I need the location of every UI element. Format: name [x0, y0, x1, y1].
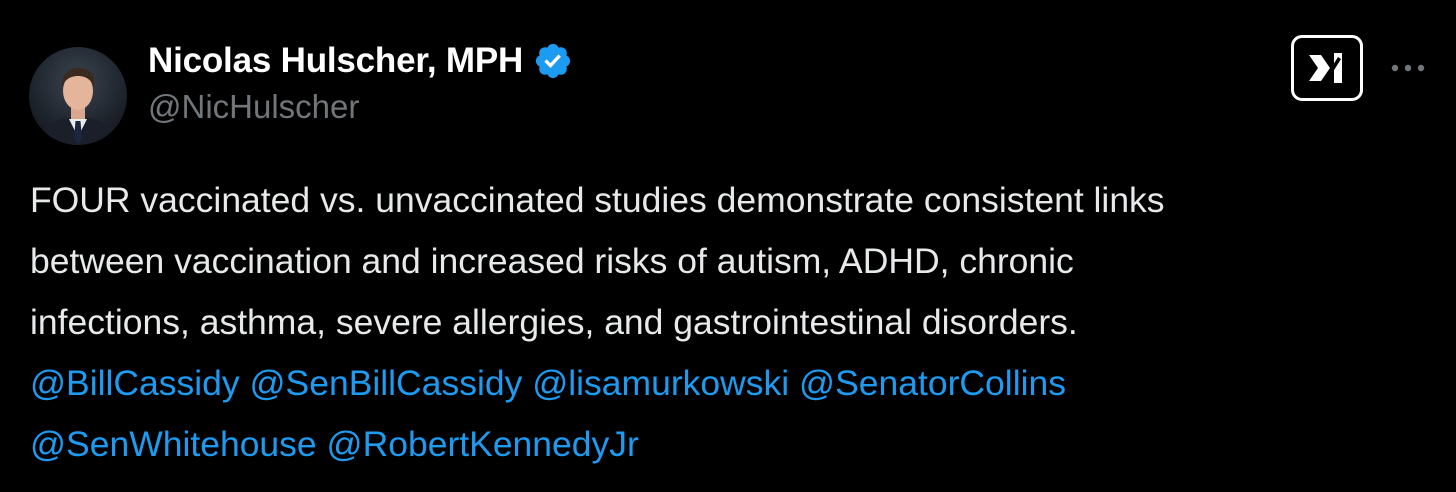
xai-grok-icon[interactable]	[1291, 35, 1363, 101]
tweet-text-line: FOUR vaccinated vs. unvaccinated studies…	[30, 180, 1165, 220]
mention-link[interactable]: @SenWhitehouse	[30, 424, 317, 464]
verified-badge-icon[interactable]	[533, 41, 573, 81]
tweet-text: FOUR vaccinated vs. unvaccinated studies…	[30, 170, 1430, 475]
tweet-card: Nicolas Hulscher, MPH @NicHulscher FOUR …	[0, 0, 1456, 492]
mentions-line: @BillCassidy @SenBillCassidy @lisamurkow…	[30, 353, 1430, 414]
mention-link[interactable]: @SenBillCassidy	[250, 363, 523, 403]
mention-link[interactable]: @lisamurkowski	[532, 363, 789, 403]
author-handle[interactable]: @NicHulscher	[148, 88, 359, 126]
mention-link[interactable]: @SenatorCollins	[799, 363, 1066, 403]
mentions-line: @SenWhitehouse @RobertKennedyJr	[30, 414, 1430, 475]
author-display-name[interactable]: Nicolas Hulscher, MPH	[148, 41, 523, 81]
profile-photo-icon	[37, 67, 119, 145]
author-name-row: Nicolas Hulscher, MPH	[148, 39, 573, 83]
tweet-text-line: infections, asthma, severe allergies, an…	[30, 302, 1078, 342]
author-avatar[interactable]	[29, 47, 127, 145]
mention-link[interactable]: @RobertKennedyJr	[327, 424, 639, 464]
tweet-text-line: between vaccination and increased risks …	[30, 241, 1074, 281]
mention-link[interactable]: @BillCassidy	[30, 363, 240, 403]
more-options-icon[interactable]	[1385, 56, 1431, 80]
